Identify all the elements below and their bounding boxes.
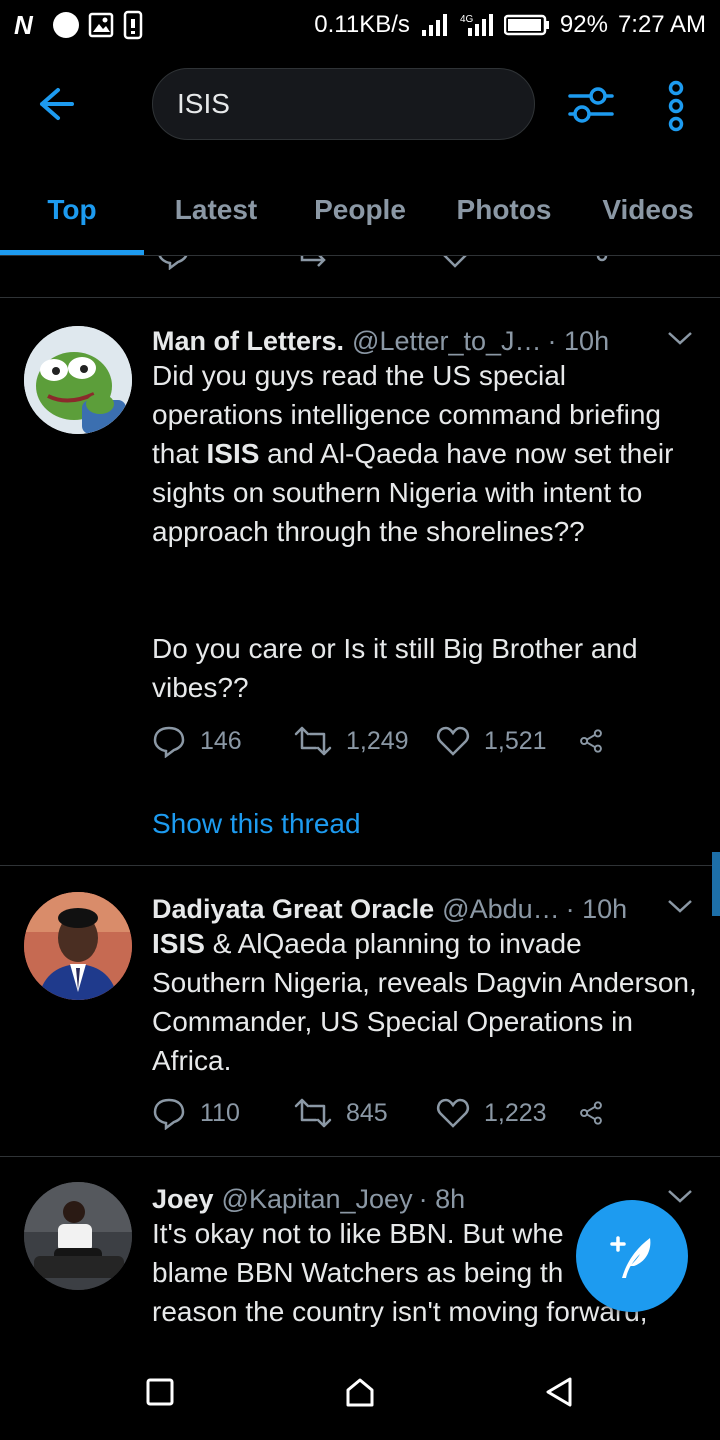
retweet-button[interactable]: 845 <box>294 1096 436 1130</box>
avatar[interactable] <box>24 892 132 1000</box>
share-icon <box>580 729 602 753</box>
share-icon <box>580 1101 602 1125</box>
retweet-count: 845 <box>346 1098 388 1127</box>
tweet-header: Joey @Kapitan_Joey · 8h <box>152 1184 672 1215</box>
share-icon[interactable] <box>576 256 610 270</box>
chevron-down-icon[interactable] <box>666 1186 694 1206</box>
status-bar: N 0.11KB/s 4G 92% 7:27 AM <box>0 0 720 50</box>
display-name[interactable]: Dadiyata Great Oracle <box>152 894 434 925</box>
share-button[interactable] <box>578 724 618 758</box>
tweet-header: Dadiyata Great Oracle @Abdu… · 10h <box>152 894 672 925</box>
reply-button[interactable]: 110 <box>152 1096 294 1130</box>
tweet-actions: 146 1,249 1,521 <box>152 724 618 758</box>
tab-latest[interactable]: Latest <box>144 170 288 250</box>
compose-tweet-button[interactable] <box>576 1200 688 1312</box>
divider <box>0 297 720 298</box>
heart-icon <box>437 726 469 756</box>
like-icon[interactable] <box>438 256 472 270</box>
tweet-actions: 110 845 1,223 <box>152 1096 618 1130</box>
n-icon: N <box>14 12 44 38</box>
divider <box>0 1156 720 1157</box>
like-button[interactable]: 1,223 <box>436 1096 578 1130</box>
search-header: ISIS <box>0 60 720 150</box>
share-button[interactable] <box>578 1096 618 1130</box>
chevron-down-icon[interactable] <box>666 328 694 348</box>
highlighted-keyword: ISIS <box>206 438 260 469</box>
user-handle[interactable]: @Abdu… <box>442 894 559 925</box>
retweet-button[interactable]: 1,249 <box>294 724 436 758</box>
network-speed: 0.11KB/s <box>314 11 410 38</box>
tweet-card[interactable]: Dadiyata Great Oracle @Abdu… · 10h ISIS … <box>0 888 720 1156</box>
retweet-count: 1,249 <box>346 726 409 755</box>
divider <box>0 865 720 866</box>
avatar[interactable] <box>24 1182 132 1290</box>
tweet-text-paragraph-2: Do you care or Is it still Big Brother a… <box>152 633 638 703</box>
reply-icon <box>153 1098 185 1130</box>
avatar[interactable] <box>24 326 132 434</box>
user-handle[interactable]: @Letter_to_J… <box>352 326 542 357</box>
battery-icon <box>503 13 550 37</box>
like-count: 1,223 <box>484 1098 547 1127</box>
tweet-text: ISIS & AlQaeda planning to invade Southe… <box>152 928 697 1076</box>
circle-notification-icon <box>52 11 80 39</box>
display-name[interactable]: Man of Letters. <box>152 326 344 357</box>
retweet-icon <box>294 1098 332 1128</box>
tweet-feed[interactable]: 1 Man of Letters. @Letter_to_J… · 10h <box>0 256 720 1348</box>
tab-photos[interactable]: Photos <box>432 170 576 250</box>
battery-percent: 92% <box>559 11 608 38</box>
search-query: ISIS <box>177 88 230 119</box>
reply-icon[interactable] <box>156 256 190 270</box>
home-icon[interactable] <box>344 1376 376 1413</box>
recent-apps-icon[interactable] <box>146 1378 174 1411</box>
tweet-card[interactable]: Man of Letters. @Letter_to_J… · 10h Did … <box>0 320 720 865</box>
filter-icon[interactable] <box>566 82 616 128</box>
phone-icon <box>122 10 144 40</box>
tab-people[interactable]: People <box>288 170 432 250</box>
image-icon <box>88 12 114 38</box>
reply-count: 146 <box>200 726 242 755</box>
compose-feather-icon <box>610 1236 651 1278</box>
highlighted-keyword: ISIS <box>152 928 205 959</box>
signal-icon <box>420 12 450 38</box>
tab-videos[interactable]: Videos <box>576 170 720 250</box>
reply-button[interactable]: 146 <box>152 724 294 758</box>
retweet-icon[interactable] <box>296 256 332 270</box>
chevron-down-icon[interactable] <box>666 896 694 916</box>
active-tab-indicator <box>0 250 144 255</box>
tweet-header: Man of Letters. @Letter_to_J… · 10h <box>152 326 672 357</box>
system-navigation-bar <box>0 1348 720 1440</box>
heart-icon <box>437 1098 469 1128</box>
like-count: 1,521 <box>484 726 547 755</box>
clock: 7:27 AM <box>617 11 706 38</box>
timestamp: · 8h <box>418 1184 466 1214</box>
search-input[interactable]: ISIS <box>152 68 535 140</box>
timestamp: · 10h <box>565 894 628 924</box>
reply-count: 110 <box>200 1098 240 1127</box>
tweet-text: Did you guys read the US special operati… <box>152 360 674 547</box>
reply-icon <box>153 726 185 758</box>
scrollbar[interactable] <box>712 852 720 916</box>
search-tabs: Top Latest People Photos Videos <box>0 170 720 256</box>
user-handle[interactable]: @Kapitan_Joey <box>222 1184 413 1215</box>
tab-top[interactable]: Top <box>0 170 144 250</box>
svg-text:4G: 4G <box>460 14 474 25</box>
retweet-icon <box>294 726 332 756</box>
display-name[interactable]: Joey <box>152 1184 214 1215</box>
back-icon[interactable] <box>544 1376 574 1413</box>
like-count: 1 <box>488 256 502 261</box>
show-thread-link[interactable]: Show this thread <box>152 808 361 840</box>
timestamp: · 10h <box>547 326 610 356</box>
previous-tweet-actions: 1 <box>150 256 650 276</box>
like-button[interactable]: 1,521 <box>436 724 578 758</box>
signal-icon-2: 4G <box>460 12 494 38</box>
back-arrow-icon[interactable] <box>36 84 76 124</box>
svg-text:N: N <box>14 12 34 38</box>
more-options-icon[interactable] <box>662 80 690 132</box>
